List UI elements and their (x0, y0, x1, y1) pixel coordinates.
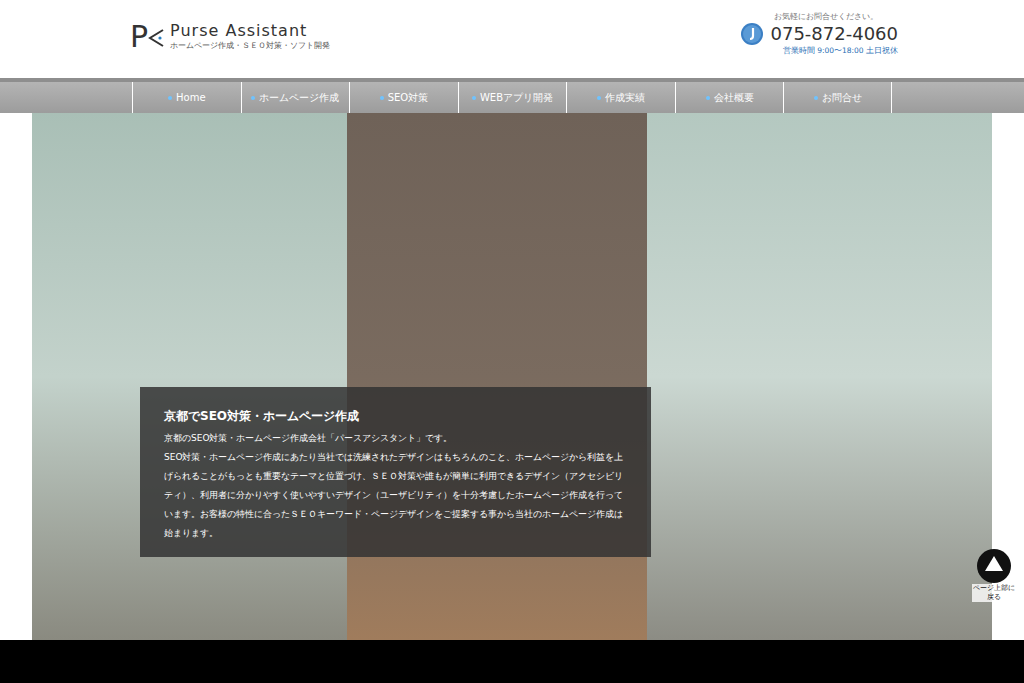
contact: お気軽にお問合せください。075-872-4060営業時間 9:00〜18:00… (740, 0, 902, 56)
contact-note: お気軽にお問合せください。 (774, 12, 878, 22)
logo-letter: P (130, 22, 148, 52)
nav-item[interactable]: WEBアプリ開発 (458, 82, 567, 113)
hero-paragraph: 京都のSEO対策・ホームページ作成会社「パースアシスタント」です。 (164, 429, 627, 448)
up-arrow-icon (976, 548, 1012, 584)
nav-item[interactable]: 会社概要 (675, 82, 784, 113)
nav-item[interactable]: ホームページ作成 (241, 82, 350, 113)
phone-icon (740, 22, 764, 46)
nav-item[interactable]: SEO対策 (349, 82, 458, 113)
phone-number[interactable]: 075-872-4060 (770, 22, 898, 46)
nav-bullet-icon (472, 96, 476, 100)
logo[interactable]: P Purse Assistantホームページ作成・ＳＥＯ対策・ソフト開発 (122, 0, 330, 52)
hero-photo (32, 113, 992, 640)
nav-bullet-icon (380, 96, 384, 100)
nav-item[interactable]: 作成実績 (566, 82, 675, 113)
hero-textbox: 京都でSEO対策・ホームページ作成京都のSEO対策・ホームページ作成会社「パース… (140, 387, 651, 557)
main-nav: Homeホームページ作成SEO対策WEBアプリ開発作成実績会社概要お問合せ (0, 82, 1024, 113)
site-header: P Purse Assistantホームページ作成・ＳＥＯ対策・ソフト開発 お気軽に… (0, 0, 1024, 78)
hero: 京都でSEO対策・ホームページ作成京都のSEO対策・ホームページ作成会社「パース… (32, 113, 992, 640)
nav-bullet-icon (168, 96, 172, 100)
nav-item[interactable]: お問合せ (783, 82, 892, 113)
nav-bullet-icon (597, 96, 601, 100)
nav-bullet-icon (706, 96, 710, 100)
nav-item[interactable]: Home (132, 82, 241, 113)
hero-title: 京都でSEO対策・ホームページ作成 (164, 407, 627, 425)
site-title: Purse Assistant (170, 22, 330, 40)
logo-angle-icon (148, 24, 164, 50)
hero-paragraph: SEO対策・ホームページ作成にあたり当社では洗練されたデザインはもちろんのこと、… (164, 448, 627, 543)
nav-bullet-icon (251, 96, 255, 100)
nav-bullet-icon (814, 96, 818, 100)
footer-band (0, 640, 1024, 683)
site-tagline: ホームページ作成・ＳＥＯ対策・ソフト開発 (170, 40, 330, 52)
back-to-top[interactable]: ページ上部に戻る (970, 548, 1018, 602)
business-hours: 営業時間 9:00〜18:00 土日祝休 (783, 46, 898, 56)
